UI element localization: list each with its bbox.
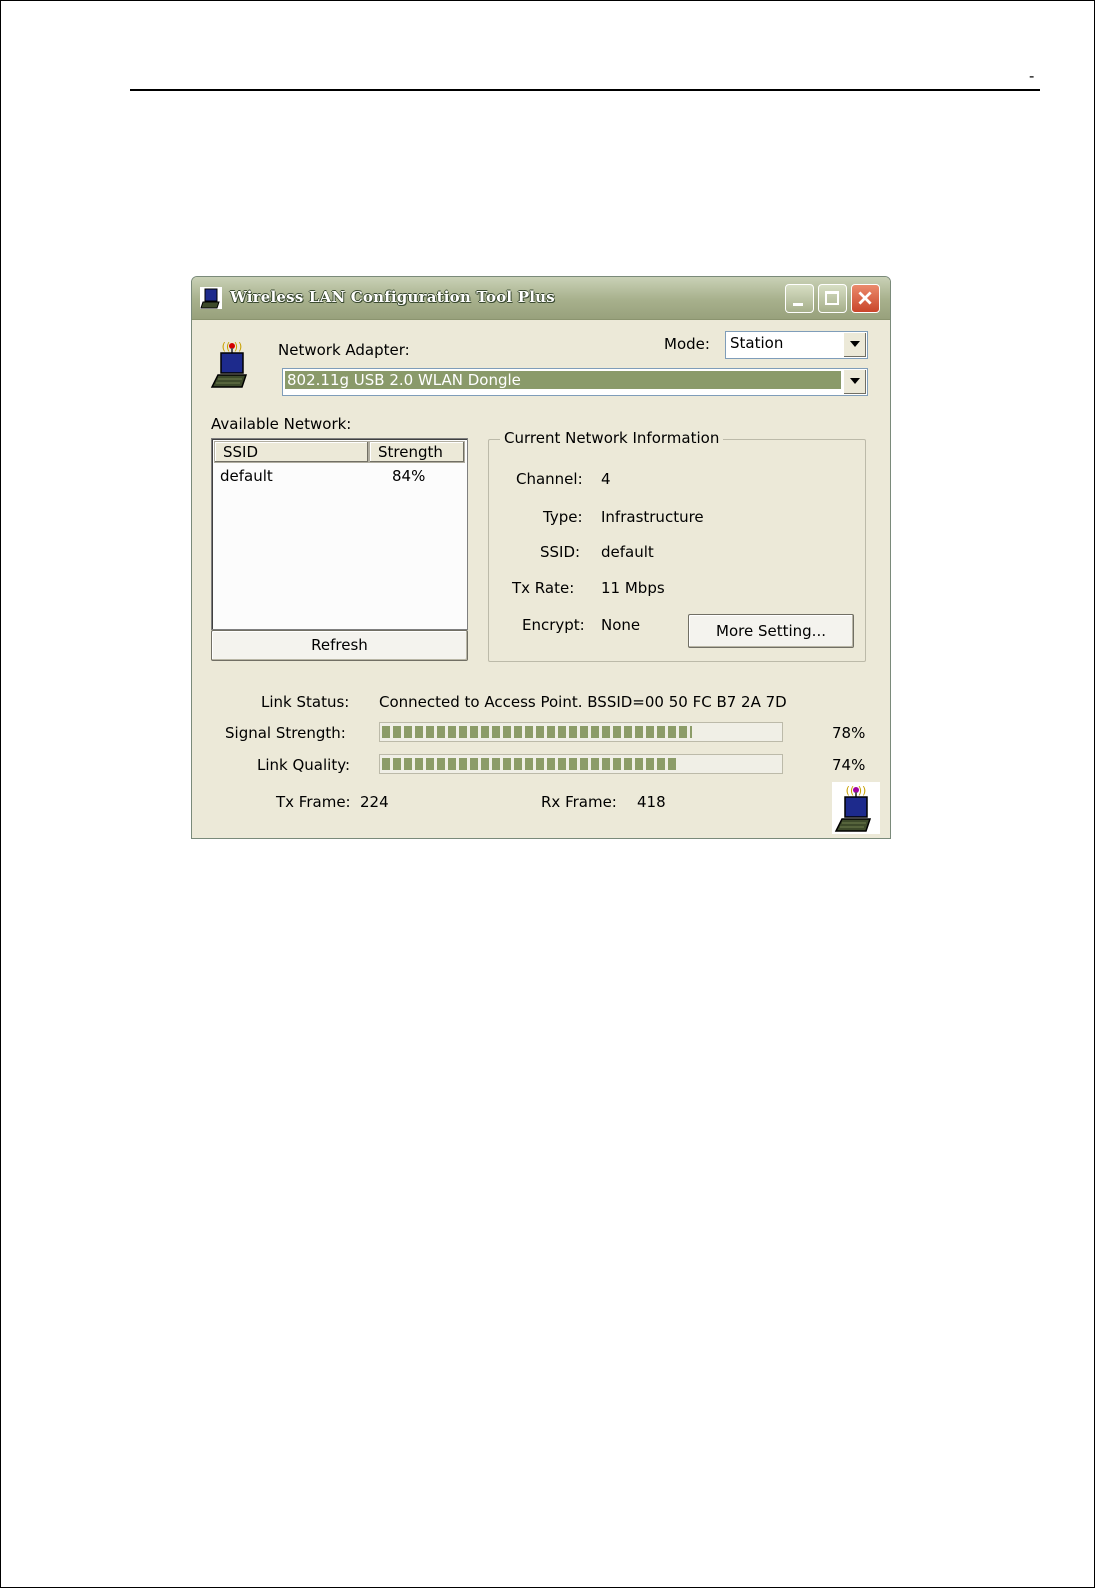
network-ssid: default [220, 467, 273, 485]
link-quality-bar [379, 754, 783, 774]
mode-select[interactable]: Station [725, 331, 868, 359]
more-setting-button[interactable]: More Setting... [688, 614, 854, 648]
list-item[interactable]: default 84% [214, 465, 465, 487]
network-strength: 84% [392, 467, 426, 485]
signal-strength-label: Signal Strength: [225, 724, 346, 742]
close-button[interactable] [851, 284, 880, 313]
wireless-computer-icon: (( )) [210, 340, 248, 388]
rx-frame-value: 418 [637, 793, 666, 811]
chevron-down-icon[interactable] [843, 333, 866, 357]
encrypt-label: Encrypt: [522, 616, 585, 634]
page-header-rule [130, 89, 1040, 91]
wireless-computer-icon [200, 287, 222, 309]
type-value: Infrastructure [601, 508, 704, 526]
link-quality-label: Link Quality: [257, 756, 351, 774]
link-quality-fill [382, 758, 677, 770]
available-network-list[interactable]: SSID Strength default 84% [211, 438, 468, 630]
rx-frame-label: Rx Frame: [541, 793, 617, 811]
available-network-label: Available Network: [211, 415, 352, 433]
channel-label: Channel: [516, 470, 583, 488]
title-bar[interactable]: Wireless LAN Configuration Tool Plus [192, 277, 890, 320]
page-header-mark: - [1029, 68, 1035, 85]
encrypt-value: None [601, 616, 641, 634]
signal-strength-fill [382, 726, 692, 738]
config-tool-window: Wireless LAN Configuration Tool Plus (( … [191, 276, 891, 839]
close-icon [858, 291, 872, 305]
wireless-computer-icon: (( )) [832, 782, 880, 834]
adapter-select-value: 802.11g USB 2.0 WLAN Dongle [285, 371, 841, 389]
chevron-down-icon[interactable] [843, 370, 866, 394]
signal-strength-bar [379, 722, 783, 742]
adapter-select[interactable]: 802.11g USB 2.0 WLAN Dongle [282, 368, 868, 396]
ssid-label: SSID: [540, 543, 581, 561]
tx-frame-value: 224 [360, 793, 389, 811]
column-header-strength[interactable]: Strength [369, 441, 465, 463]
mode-select-value: Station [730, 334, 784, 352]
signal-strength-value: 78% [832, 724, 866, 742]
window-title: Wireless LAN Configuration Tool Plus [230, 288, 555, 306]
refresh-button[interactable]: Refresh [211, 630, 468, 661]
link-status-label: Link Status: [261, 693, 350, 711]
column-header-ssid[interactable]: SSID [214, 441, 369, 463]
tx-frame-label: Tx Frame: [276, 793, 351, 811]
network-adapter-label: Network Adapter: [278, 341, 410, 359]
minimize-button[interactable] [785, 284, 814, 313]
mode-label: Mode: [664, 335, 710, 353]
channel-value: 4 [601, 470, 611, 488]
maximize-button[interactable] [818, 284, 847, 313]
link-quality-value: 74% [832, 756, 866, 774]
current-network-info-title: Current Network Information [500, 429, 724, 447]
type-label: Type: [543, 508, 583, 526]
link-status-value: Connected to Access Point. BSSID=00 50 F… [379, 693, 787, 711]
tx-rate-value: 11 Mbps [601, 579, 665, 597]
tx-rate-label: Tx Rate: [512, 579, 575, 597]
ssid-value: default [601, 543, 654, 561]
